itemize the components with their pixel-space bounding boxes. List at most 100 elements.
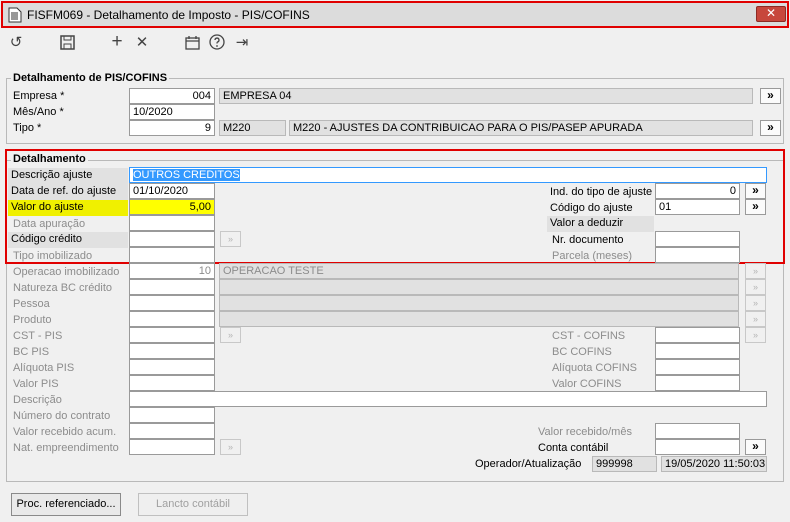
op-imob-lookup-button[interactable]: » bbox=[745, 263, 766, 279]
cod-ajuste-label: Código do ajuste bbox=[550, 202, 633, 214]
tipo-desc-field: M220 - AJUSTES DA CONTRIBUICAO PARA O PI… bbox=[289, 120, 753, 136]
ind-tipo-input[interactable]: 0 bbox=[655, 183, 740, 199]
bc-pis-input[interactable] bbox=[129, 343, 215, 359]
aliq-pis-input[interactable] bbox=[129, 359, 215, 375]
valor-label: Valor do ajuste bbox=[8, 200, 128, 216]
close-button[interactable]: ✕ bbox=[756, 6, 786, 22]
produto-lookup-button[interactable]: » bbox=[745, 311, 766, 327]
empresa-code-input[interactable]: 004 bbox=[129, 88, 215, 104]
nr-doc-label: Nr. documento bbox=[552, 234, 624, 246]
atualizacao-field: 19/05/2020 11:50:03 bbox=[661, 456, 767, 472]
help-icon[interactable] bbox=[207, 32, 227, 52]
ind-tipo-lookup-button[interactable]: » bbox=[745, 183, 766, 199]
bc-cofins-input[interactable] bbox=[655, 343, 740, 359]
produto-input[interactable] bbox=[129, 311, 215, 327]
cst-pis-label: CST - PIS bbox=[13, 330, 63, 342]
descricao-label: Descrição ajuste bbox=[8, 168, 128, 184]
save-icon[interactable] bbox=[57, 32, 77, 52]
valor-input[interactable]: 5,00 bbox=[129, 199, 215, 215]
empresa-name-field: EMPRESA 04 bbox=[219, 88, 753, 104]
header-legend: Detalhamento de PIS/COFINS bbox=[11, 72, 170, 84]
conta-label: Conta contábil bbox=[538, 442, 609, 454]
mes-label: Mês/Ano * bbox=[13, 106, 64, 118]
op-imob-input[interactable]: 10 bbox=[129, 263, 215, 279]
operador-label: Operador/Atualização bbox=[475, 458, 582, 470]
tipo-lookup-button[interactable]: » bbox=[760, 120, 781, 136]
descricao2-label: Descrição bbox=[13, 394, 62, 406]
nat-empre-input[interactable] bbox=[129, 439, 215, 455]
pessoa-desc-field bbox=[219, 295, 739, 311]
contrato-input[interactable] bbox=[129, 407, 215, 423]
pessoa-input[interactable] bbox=[129, 295, 215, 311]
exit-icon[interactable]: ⇥ bbox=[232, 32, 252, 52]
tipo-input[interactable]: 9 bbox=[129, 120, 215, 136]
cod-credito-input[interactable] bbox=[129, 231, 215, 247]
cst-cofins-label: CST - COFINS bbox=[552, 330, 626, 342]
data-apur-input[interactable] bbox=[129, 215, 215, 231]
valor-pis-input[interactable] bbox=[129, 375, 215, 391]
recebido-acum-input[interactable] bbox=[129, 423, 215, 439]
cst-cofins-lookup-button[interactable]: » bbox=[745, 327, 766, 343]
cst-cofins-input[interactable] bbox=[655, 327, 740, 343]
undo-icon[interactable]: ↺ bbox=[6, 32, 26, 52]
nr-doc-input[interactable] bbox=[655, 231, 740, 247]
proc-referenciado-button[interactable]: Proc. referenciado... bbox=[11, 493, 121, 516]
ind-tipo-label: Ind. do tipo de ajuste bbox=[550, 186, 653, 198]
cst-pis-input[interactable] bbox=[129, 327, 215, 343]
conta-lookup-button[interactable]: » bbox=[745, 439, 766, 455]
window-title: FISFM069 - Detalhamento de Imposto - PIS… bbox=[27, 8, 310, 22]
empresa-lookup-button[interactable]: » bbox=[760, 88, 781, 104]
cod-ajuste-lookup-button[interactable]: » bbox=[745, 199, 766, 215]
valor-cofins-label: Valor COFINS bbox=[552, 378, 622, 390]
op-imob-label: Operacao imobilizado bbox=[13, 266, 120, 278]
pessoa-lookup-button[interactable]: » bbox=[745, 295, 766, 311]
detail-legend: Detalhamento bbox=[11, 153, 88, 165]
recebido-mes-input[interactable] bbox=[655, 423, 740, 439]
valor-deduzir-label: Valor a deduzir bbox=[547, 216, 654, 232]
cod-credito-label: Código crédito bbox=[8, 232, 128, 248]
descricao2-input[interactable] bbox=[129, 391, 767, 407]
pessoa-label: Pessoa bbox=[13, 298, 50, 310]
mes-input[interactable]: 10/2020 bbox=[129, 104, 215, 120]
parcela-label: Parcela (meses) bbox=[552, 250, 633, 262]
bc-cofins-label: BC COFINS bbox=[552, 346, 612, 358]
data-ref-label: Data de ref. do ajuste bbox=[8, 184, 128, 200]
natureza-input[interactable] bbox=[129, 279, 215, 295]
descricao-input[interactable]: OUTROS CREDITOS bbox=[129, 167, 767, 183]
cod-credito-lookup-button[interactable]: » bbox=[220, 231, 241, 247]
parcela-input[interactable] bbox=[655, 247, 740, 263]
data-apur-label: Data apuração bbox=[13, 218, 86, 230]
tipo-label: Tipo * bbox=[13, 122, 42, 134]
op-imob-desc-field: OPERACAO TESTE bbox=[219, 263, 739, 279]
descricao-selected-text: OUTROS CREDITOS bbox=[133, 169, 240, 181]
nat-empre-lookup-button[interactable]: » bbox=[220, 439, 241, 455]
recebido-mes-label: Valor recebido/mês bbox=[538, 426, 632, 438]
bc-pis-label: BC PIS bbox=[13, 346, 50, 358]
natureza-lookup-button[interactable]: » bbox=[745, 279, 766, 295]
operador-field: 999998 bbox=[592, 456, 657, 472]
document-icon bbox=[8, 7, 22, 23]
aliq-cofins-label: Alíquota COFINS bbox=[552, 362, 637, 374]
calendar-icon[interactable] bbox=[182, 32, 202, 52]
nat-empre-label: Nat. empreendimento bbox=[13, 442, 119, 454]
aliq-cofins-input[interactable] bbox=[655, 359, 740, 375]
tipo-imob-label: Tipo imobilizado bbox=[13, 250, 93, 262]
aliq-pis-label: Alíquota PIS bbox=[13, 362, 75, 374]
cod-ajuste-input[interactable]: 01 bbox=[655, 199, 740, 215]
natureza-label: Natureza BC crédito bbox=[13, 282, 113, 294]
tipo-code-field: M220 bbox=[219, 120, 286, 136]
empresa-label: Empresa * bbox=[13, 90, 65, 102]
produto-desc-field bbox=[219, 311, 739, 327]
delete-icon[interactable]: ✕ bbox=[132, 32, 152, 52]
add-icon[interactable]: + bbox=[107, 31, 127, 52]
lancto-contabil-button[interactable]: Lancto contábil bbox=[138, 493, 248, 516]
produto-label: Produto bbox=[13, 314, 52, 326]
valor-cofins-input[interactable] bbox=[655, 375, 740, 391]
tipo-imob-input[interactable] bbox=[129, 247, 215, 263]
cst-pis-lookup-button[interactable]: » bbox=[220, 327, 241, 343]
conta-input[interactable] bbox=[655, 439, 740, 455]
recebido-acum-label: Valor recebido acum. bbox=[13, 426, 117, 438]
data-ref-input[interactable]: 01/10/2020 bbox=[129, 183, 215, 199]
contrato-label: Número do contrato bbox=[13, 410, 111, 422]
natureza-desc-field bbox=[219, 279, 739, 295]
